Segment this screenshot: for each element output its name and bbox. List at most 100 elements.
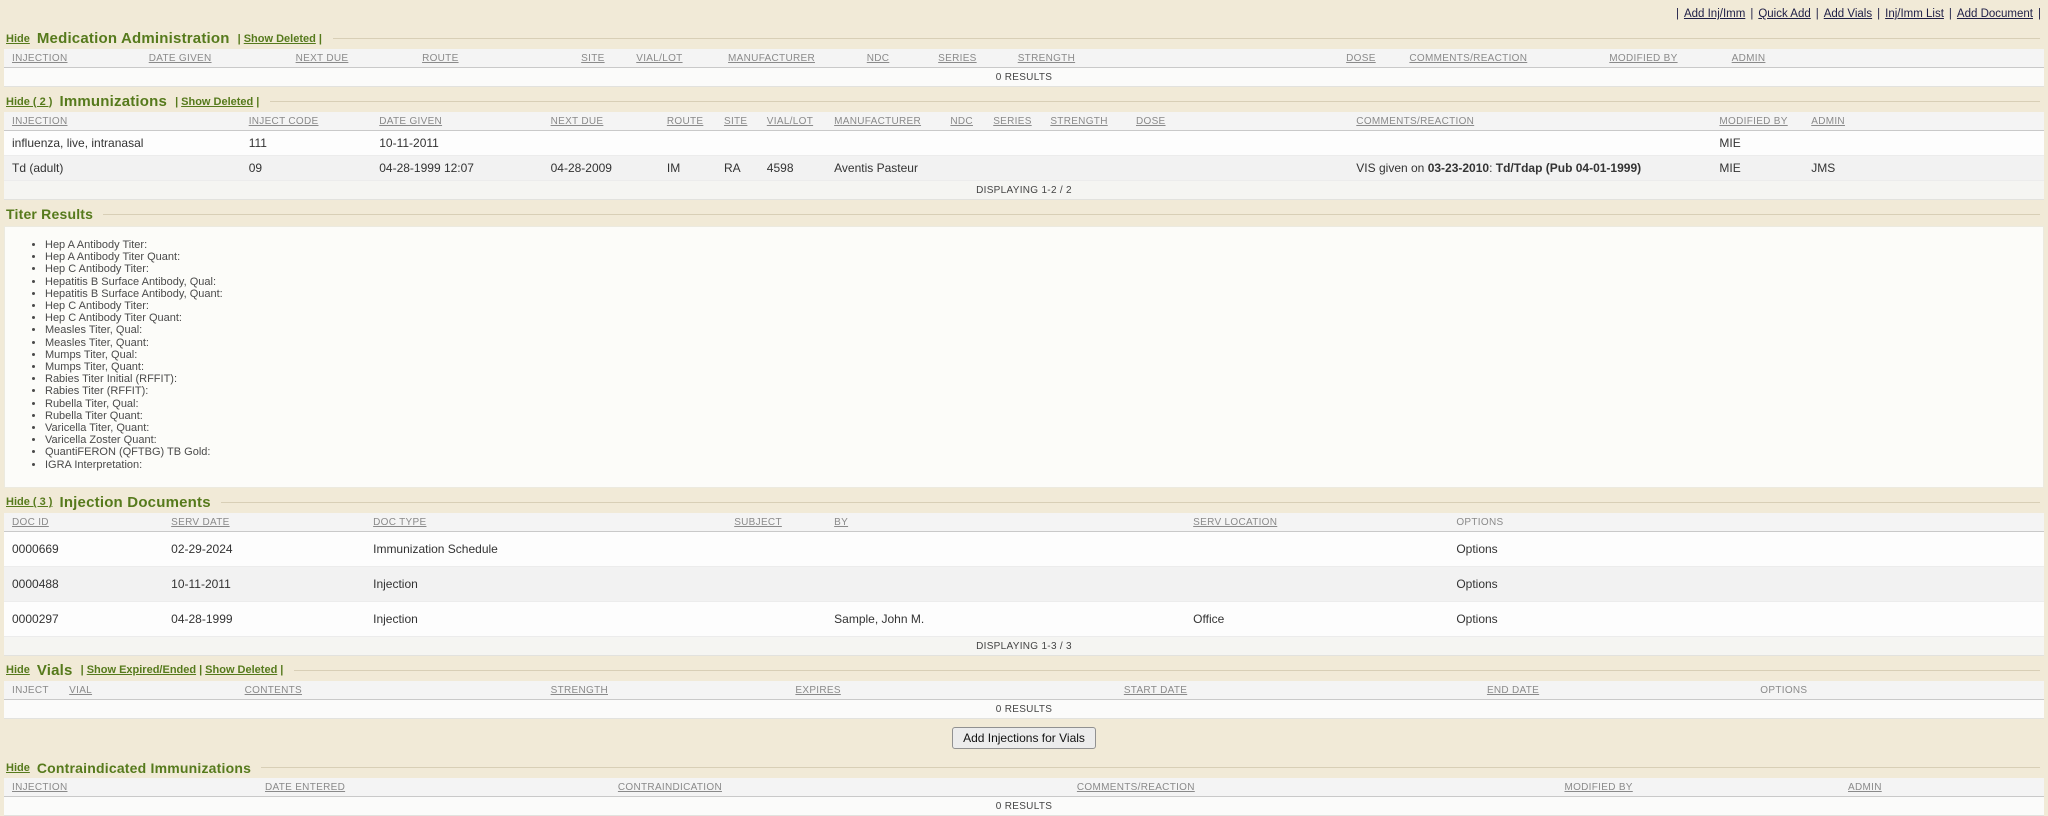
table-cell: 10-11-2011 — [165, 566, 367, 601]
column-header-modified-by[interactable]: MODIFIED BY — [1558, 778, 1842, 797]
immunizations-show-deleted-link[interactable]: Show Deleted — [181, 96, 253, 108]
contraindicated-section-header: Hide Contraindicated Immunizations — [0, 758, 2048, 778]
column-header-comments-reaction[interactable]: COMMENTS/REACTION — [1071, 778, 1559, 797]
titer-item: Mumps Titer, Quant: — [45, 361, 2043, 373]
column-header-date-entered[interactable]: DATE ENTERED — [259, 778, 612, 797]
column-header-strength[interactable]: STRENGTH — [545, 681, 790, 700]
immunizations-hide-link[interactable]: Hide ( 2 ) — [6, 96, 52, 108]
topbar-link-add-vials[interactable]: Add Vials — [1824, 8, 1872, 20]
column-header-inject-code[interactable]: INJECT CODE — [243, 112, 374, 131]
titer-section-header: Titer Results — [0, 204, 2048, 224]
vials-show-deleted-link[interactable]: Show Deleted — [205, 664, 277, 676]
column-header-strength[interactable]: STRENGTH — [1044, 112, 1130, 131]
column-header-next-due[interactable]: NEXT DUE — [290, 49, 416, 68]
column-header-date-given[interactable]: DATE GIVEN — [143, 49, 290, 68]
column-header-subject[interactable]: SUBJECT — [728, 513, 828, 532]
table-cell — [1805, 131, 2044, 156]
vials-hide-link[interactable]: Hide — [6, 664, 30, 676]
section-divider-line — [103, 214, 2040, 215]
column-header-route[interactable]: ROUTE — [416, 49, 575, 68]
pipe-separator: | — [2038, 8, 2041, 20]
medication-results-count: 0 RESULTS — [4, 68, 2044, 87]
column-header-vial[interactable]: VIAL — [63, 681, 238, 700]
column-header-site[interactable]: SITE — [575, 49, 630, 68]
column-header-start-date[interactable]: START DATE — [1118, 681, 1481, 700]
column-header-doc-id[interactable]: DOC ID — [4, 513, 165, 532]
documents-hide-link[interactable]: Hide ( 3 ) — [6, 496, 52, 508]
column-header-series[interactable]: SERIES — [932, 49, 1012, 68]
column-header-modified-by[interactable]: MODIFIED BY — [1603, 49, 1725, 68]
column-header-series[interactable]: SERIES — [987, 112, 1044, 131]
column-header-comments-reaction[interactable]: COMMENTS/REACTION — [1403, 49, 1603, 68]
column-header-ndc[interactable]: NDC — [861, 49, 932, 68]
titer-item: Rubella Titer, Qual: — [45, 398, 2043, 410]
contraindicated-hide-link[interactable]: Hide — [6, 762, 30, 774]
column-header-injection[interactable]: INJECTION — [4, 778, 259, 797]
column-header-serv-date[interactable]: SERV DATE — [165, 513, 367, 532]
pipe-separator: | — [256, 96, 259, 108]
topbar-link-quick-add[interactable]: Quick Add — [1758, 8, 1810, 20]
table-cell — [987, 131, 1044, 156]
column-header-dose[interactable]: DOSE — [1340, 49, 1403, 68]
column-header-ndc[interactable]: NDC — [944, 112, 987, 131]
contraindicated-results-count: 0 RESULTS — [4, 797, 2044, 816]
column-header-doc-type[interactable]: DOC TYPE — [367, 513, 728, 532]
table-cell: IM — [661, 156, 718, 181]
column-header-modified-by[interactable]: MODIFIED BY — [1713, 112, 1805, 131]
column-header-end-date[interactable]: END DATE — [1481, 681, 1754, 700]
column-header-contraindication[interactable]: CONTRAINDICATION — [612, 778, 1071, 797]
titer-item: QuantiFERON (QFTBG) TB Gold: — [45, 446, 2043, 458]
medication-show-deleted-link[interactable]: Show Deleted — [244, 33, 316, 45]
pipe-separator: | — [1877, 8, 1880, 20]
pipe-separator: | — [319, 33, 322, 45]
vials-results-count: 0 RESULTS — [4, 700, 2044, 719]
column-header-serv-location[interactable]: SERV LOCATION — [1187, 513, 1450, 532]
column-header-manufacturer[interactable]: MANUFACTURER — [828, 112, 944, 131]
table-cell — [1044, 156, 1130, 181]
topbar-link-inj-imm-list[interactable]: Inj/Imm List — [1885, 8, 1944, 20]
table-cell: 0000297 — [4, 601, 165, 636]
column-header-vial-lot[interactable]: VIAL/LOT — [761, 112, 828, 131]
column-header-injection[interactable]: INJECTION — [4, 49, 143, 68]
table-cell — [661, 131, 718, 156]
column-header-date-given[interactable]: DATE GIVEN — [373, 112, 544, 131]
column-header-admin[interactable]: ADMIN — [1726, 49, 2044, 68]
options-link[interactable]: Options — [1456, 577, 1497, 591]
column-header-comments-reaction[interactable]: COMMENTS/REACTION — [1350, 112, 1713, 131]
vials-section-title: Vials — [37, 662, 73, 679]
column-header-admin[interactable]: ADMIN — [1842, 778, 2044, 797]
options-link[interactable]: Options — [1456, 612, 1497, 626]
topbar-link-add-document[interactable]: Add Document — [1957, 8, 2033, 20]
column-header-admin[interactable]: ADMIN — [1805, 112, 2044, 131]
column-header-next-due[interactable]: NEXT DUE — [545, 112, 661, 131]
table-header-row: INJECTIONINJECT CODEDATE GIVENNEXT DUERO… — [4, 112, 2044, 131]
topbar-link-add-inj-imm[interactable]: Add Inj/Imm — [1684, 8, 1745, 20]
pipe-separator: | — [1676, 8, 1679, 20]
table-row: 000048810-11-2011InjectionOptions — [4, 566, 2044, 601]
column-header-route[interactable]: ROUTE — [661, 112, 718, 131]
vials-show-expired-link[interactable]: Show Expired/Ended — [87, 664, 196, 676]
documents-section-header: Hide ( 3 ) Injection Documents — [0, 492, 2048, 513]
titer-item: Rabies Titer Initial (RFFIT): — [45, 373, 2043, 385]
table-cell: 0000669 — [4, 531, 165, 566]
table-cell — [728, 601, 828, 636]
column-header-by[interactable]: BY — [828, 513, 1187, 532]
table-cell: 02-29-2024 — [165, 531, 367, 566]
add-injections-for-vials-button[interactable]: Add Injections for Vials — [952, 727, 1096, 749]
medication-hide-link[interactable]: Hide — [6, 33, 30, 45]
column-header-dose[interactable]: DOSE — [1130, 112, 1350, 131]
column-header-site[interactable]: SITE — [718, 112, 761, 131]
table-cell: 111 — [243, 131, 374, 156]
immunizations-table: INJECTIONINJECT CODEDATE GIVENNEXT DUERO… — [4, 112, 2044, 181]
table-row: Td (adult)0904-28-1999 12:0704-28-2009IM… — [4, 156, 2044, 181]
column-header-strength[interactable]: STRENGTH — [1012, 49, 1340, 68]
table-cell — [944, 131, 987, 156]
section-divider-line — [294, 670, 2040, 671]
column-header-vial-lot[interactable]: VIAL/LOT — [630, 49, 722, 68]
column-header-expires[interactable]: EXPIRES — [789, 681, 1117, 700]
options-link[interactable]: Options — [1456, 542, 1497, 556]
immunizations-section-title: Immunizations — [59, 93, 167, 110]
column-header-manufacturer[interactable]: MANUFACTURER — [722, 49, 861, 68]
column-header-contents[interactable]: CONTENTS — [239, 681, 545, 700]
column-header-injection[interactable]: INJECTION — [4, 112, 243, 131]
